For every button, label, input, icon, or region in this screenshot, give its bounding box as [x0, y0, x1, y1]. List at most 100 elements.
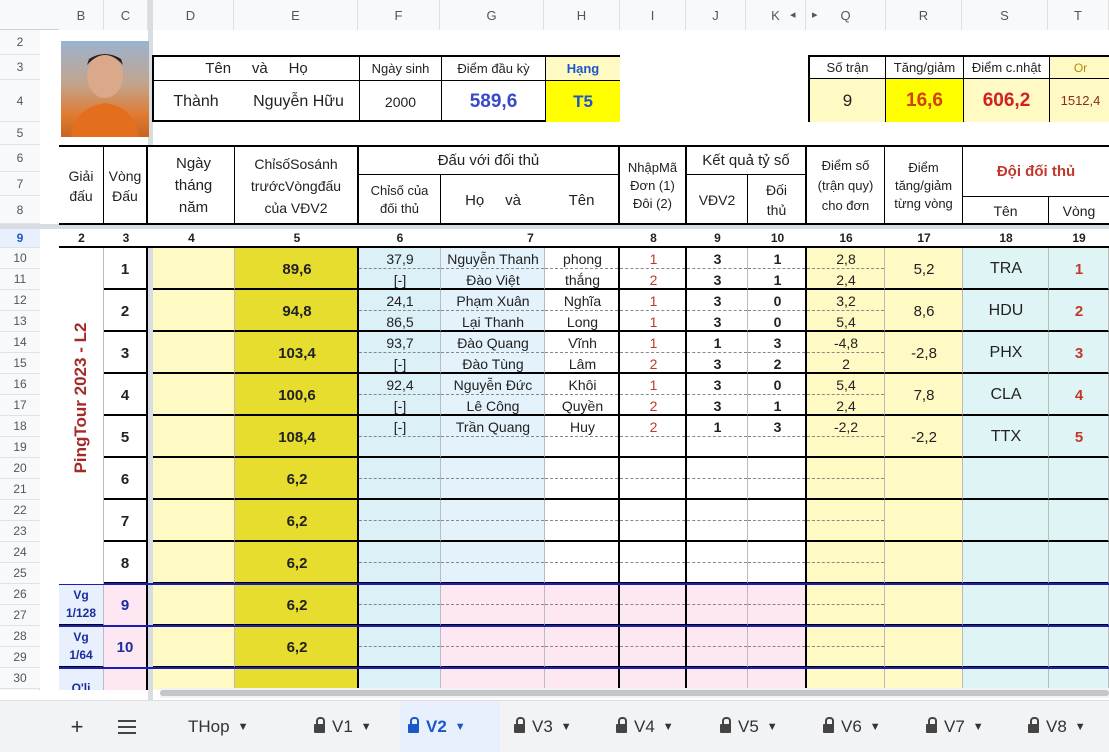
row-header-27[interactable]: 27 — [0, 605, 40, 626]
round-cell[interactable] — [687, 542, 748, 584]
round-cell[interactable] — [545, 500, 620, 542]
row-header-2[interactable]: 2 — [0, 30, 40, 55]
round-cell[interactable] — [153, 332, 235, 374]
row-header-17[interactable]: 17 — [0, 395, 40, 416]
sheet-tab-v5[interactable]: V5 ▼ — [712, 701, 800, 752]
sheet-tab-v4[interactable]: V4 ▼ — [608, 701, 696, 752]
row-header-13[interactable]: 13 — [0, 311, 40, 332]
sheet-tab-v2[interactable]: V2 ▼ — [400, 701, 500, 752]
round-cell[interactable] — [545, 584, 620, 626]
chevron-down-icon[interactable]: ▼ — [561, 721, 572, 733]
column-header-i[interactable]: I — [620, 0, 686, 30]
round-cell[interactable] — [807, 500, 885, 542]
row-header-18[interactable]: 18 — [0, 416, 40, 437]
round-cell[interactable] — [153, 500, 235, 542]
row-header-7[interactable]: 7 — [0, 172, 40, 196]
round-cell[interactable] — [748, 500, 807, 542]
column-header-s[interactable]: S — [962, 0, 1048, 30]
sheet-tab-thop[interactable]: THop ▼ — [180, 701, 288, 752]
round-cell[interactable] — [807, 668, 885, 690]
row-header-8[interactable]: 8 — [0, 196, 40, 224]
row-header-14[interactable]: 14 — [0, 332, 40, 353]
column-header-f[interactable]: F — [358, 0, 440, 30]
round-cell[interactable] — [807, 584, 885, 626]
chevron-down-icon[interactable]: ▼ — [238, 721, 249, 733]
round-cell[interactable] — [441, 542, 545, 584]
chevron-down-icon[interactable]: ▼ — [361, 721, 372, 733]
round-cell[interactable] — [545, 542, 620, 584]
row-header-11[interactable]: 11 — [0, 269, 40, 290]
round-cell[interactable] — [153, 584, 235, 626]
chevron-down-icon[interactable]: ▼ — [1075, 721, 1086, 733]
row-header-10[interactable]: 10 — [0, 248, 40, 269]
round-cell[interactable] — [687, 458, 748, 500]
column-header-j[interactable]: J — [686, 0, 746, 30]
expand-right-arrow-icon[interactable]: ▸ — [812, 8, 818, 21]
row-header-24[interactable]: 24 — [0, 542, 40, 563]
round-cell[interactable] — [153, 458, 235, 500]
round-cell[interactable] — [359, 668, 441, 690]
chevron-down-icon[interactable]: ▼ — [455, 721, 466, 733]
row-header-23[interactable]: 23 — [0, 521, 40, 542]
round-cell[interactable] — [153, 416, 235, 458]
round-cell[interactable] — [687, 500, 748, 542]
round-cell[interactable] — [620, 668, 687, 690]
row-header-5[interactable]: 5 — [0, 122, 40, 145]
round-cell[interactable] — [441, 668, 545, 690]
row-header-26[interactable]: 26 — [0, 584, 40, 605]
row-header-22[interactable]: 22 — [0, 500, 40, 521]
round-cell[interactable] — [545, 458, 620, 500]
round-cell[interactable] — [153, 374, 235, 416]
add-sheet-button[interactable]: + — [64, 701, 90, 752]
round-cell[interactable] — [620, 500, 687, 542]
round-cell[interactable] — [359, 584, 441, 626]
chevron-down-icon[interactable]: ▼ — [767, 721, 778, 733]
row-header-28[interactable]: 28 — [0, 626, 40, 647]
round-cell[interactable] — [153, 542, 235, 584]
row-header-21[interactable]: 21 — [0, 479, 40, 500]
round-cell[interactable] — [359, 542, 441, 584]
round-cell[interactable] — [441, 458, 545, 500]
collapse-left-arrow-icon[interactable]: ◂ — [790, 8, 796, 21]
sheet-tab-v3[interactable]: V3 ▼ — [506, 701, 594, 752]
horizontal-scrollbar[interactable] — [160, 688, 1109, 698]
round-cell[interactable] — [748, 542, 807, 584]
round-cell[interactable] — [359, 626, 441, 668]
chevron-down-icon[interactable]: ▼ — [870, 721, 881, 733]
round-cell[interactable] — [545, 626, 620, 668]
round-cell[interactable] — [748, 626, 807, 668]
round-cell[interactable] — [748, 668, 807, 690]
round-cell[interactable] — [153, 248, 235, 290]
row-header-4[interactable]: 4 — [0, 80, 40, 122]
round-cell[interactable] — [620, 626, 687, 668]
round-cell[interactable] — [441, 500, 545, 542]
column-header-e[interactable]: E — [234, 0, 358, 30]
sheet-tab-v7[interactable]: V7 ▼ — [918, 701, 1006, 752]
round-cell[interactable] — [807, 626, 885, 668]
round-cell[interactable] — [748, 584, 807, 626]
row-header-15[interactable]: 15 — [0, 353, 40, 374]
column-header-t[interactable]: T — [1048, 0, 1109, 30]
round-cell[interactable] — [687, 668, 748, 690]
round-cell[interactable] — [620, 542, 687, 584]
round-cell[interactable] — [153, 290, 235, 332]
row-header-12[interactable]: 12 — [0, 290, 40, 311]
column-header-g[interactable]: G — [440, 0, 544, 30]
round-cell[interactable] — [359, 500, 441, 542]
column-header-d[interactable]: D — [148, 0, 234, 30]
row-header-3[interactable]: 3 — [0, 55, 40, 80]
chevron-down-icon[interactable]: ▼ — [663, 721, 674, 733]
row-header-25[interactable]: 25 — [0, 563, 40, 584]
chevron-down-icon[interactable]: ▼ — [973, 721, 984, 733]
round-cell[interactable] — [441, 626, 545, 668]
row-header-30[interactable]: 30 — [0, 668, 40, 689]
round-cell[interactable] — [441, 584, 545, 626]
all-sheets-menu-icon[interactable] — [112, 701, 142, 752]
column-header-k[interactable]: K — [746, 0, 806, 30]
column-header-c[interactable]: C — [104, 0, 148, 30]
round-cell[interactable] — [620, 584, 687, 626]
round-cell[interactable] — [807, 542, 885, 584]
round-cell[interactable] — [153, 626, 235, 668]
column-header-r[interactable]: R — [886, 0, 962, 30]
row-header-6[interactable]: 6 — [0, 145, 40, 172]
